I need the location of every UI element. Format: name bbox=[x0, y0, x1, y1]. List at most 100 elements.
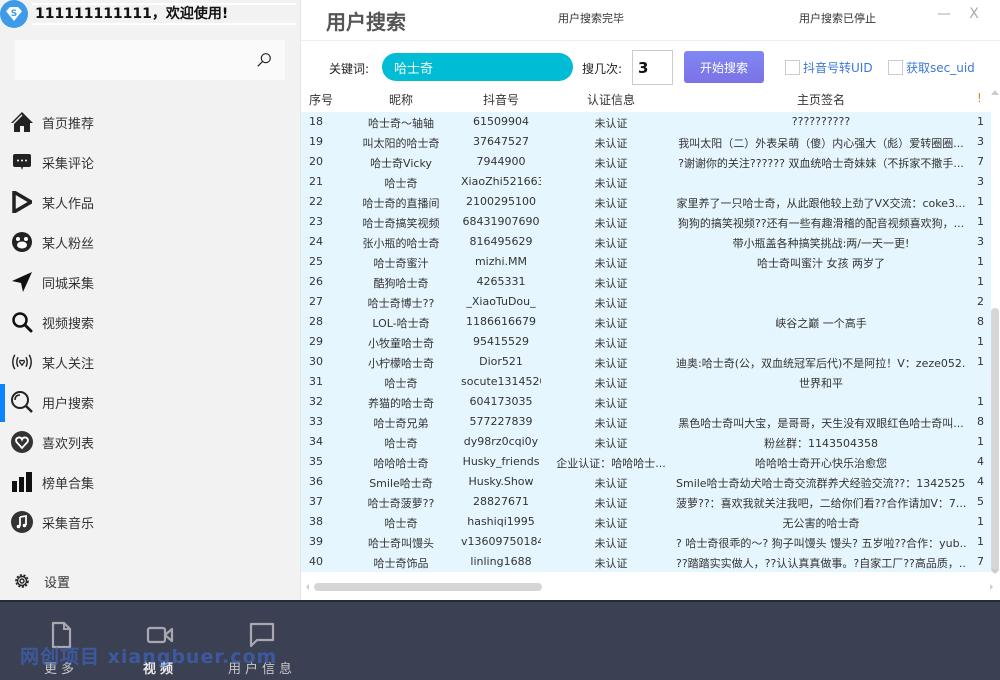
scroll-left-arrow-icon[interactable] bbox=[306, 584, 309, 590]
sidebar-item-home[interactable]: 首页推荐 bbox=[0, 102, 300, 142]
table-row[interactable]: 23 哈士奇搞笑视频 68431907690 未认证 狗狗的搞笑视频??还有一些有趣滑稽… bbox=[301, 212, 991, 232]
scroll-up-arrow-icon[interactable] bbox=[991, 90, 999, 95]
column-header-verification[interactable]: 认证信息 bbox=[556, 91, 666, 108]
cell-truncated: 1 bbox=[977, 435, 984, 448]
table-row[interactable]: 28 LOL-哈士奇 1186616679 未认证 峡谷之巅 一个高手 8 bbox=[301, 312, 991, 332]
cell-nickname: 哈士奇Vicky bbox=[370, 157, 432, 170]
count-input[interactable] bbox=[632, 50, 673, 85]
search-icon[interactable] bbox=[255, 51, 273, 69]
cell-nickname: 哈士奇 bbox=[384, 517, 418, 530]
table-row[interactable]: 40 哈士奇饰品 linling1688 未认证 ??踏踏实实做人，??认认真真做事。?… bbox=[301, 552, 991, 572]
sidebar-item-local[interactable]: 同城采集 bbox=[0, 262, 300, 302]
column-header-signature[interactable]: 主页签名 bbox=[676, 91, 966, 108]
cell-verification: 未认证 bbox=[594, 477, 628, 490]
cell-index: 24 bbox=[309, 235, 323, 248]
cell-signature: 迪奥:哈士奇(公，双血统冠军后代)不是阿拉！V：zeze052... bbox=[676, 357, 966, 370]
sidebar-item-music[interactable]: 采集音乐 bbox=[0, 502, 300, 542]
scroll-right-arrow-icon[interactable] bbox=[990, 584, 993, 590]
sidebar: S 111111111111，欢迎使用! 首页推荐 采集评论 某人作品 某人粉丝 bbox=[0, 0, 300, 600]
column-header-douyin-id[interactable]: 抖音号 bbox=[461, 91, 541, 108]
sidebar-item-rankings[interactable]: 榜单合集 bbox=[0, 462, 300, 502]
sidebar-item-works[interactable]: 某人作品 bbox=[0, 182, 300, 222]
table-row[interactable]: 31 哈士奇 socute1314520 未认证 世界和平 bbox=[301, 372, 991, 392]
cell-index: 23 bbox=[309, 215, 323, 228]
column-header-nickname[interactable]: 昵称 bbox=[356, 91, 446, 108]
cell-signature: ?????????? bbox=[791, 115, 851, 128]
video-camera-icon bbox=[146, 626, 174, 644]
heart-icon bbox=[10, 430, 34, 454]
cell-douyin-id: 7944900 bbox=[476, 155, 526, 168]
get-sec-uid-checkbox[interactable]: 获取sec_uid bbox=[888, 59, 975, 76]
table-row[interactable]: 18 哈士奇～轴轴 61509904 未认证?????????? 1 bbox=[301, 112, 991, 132]
chat-bubble-icon bbox=[249, 622, 275, 648]
user-search-icon bbox=[10, 390, 34, 414]
tab-label: 视频 bbox=[142, 662, 177, 677]
table-row[interactable]: 20 哈士奇Vicky 7944900 未认证 ?谢谢你的关注?????? 双血统哈士奇… bbox=[301, 152, 991, 172]
column-header-index[interactable]: 序号 bbox=[309, 91, 339, 108]
cell-truncated: 1 bbox=[977, 515, 984, 528]
tab-more[interactable]: 更多 bbox=[21, 620, 101, 677]
cell-index: 35 bbox=[309, 455, 323, 468]
minimize-button[interactable]: — bbox=[936, 6, 952, 26]
cell-douyin-id: 4265331 bbox=[476, 275, 526, 288]
sidebar-item-fans[interactable]: 某人粉丝 bbox=[0, 222, 300, 262]
sidebar-item-following[interactable]: 某人关注 bbox=[0, 342, 300, 382]
table-row[interactable]: 26 酷狗哈士奇 4265331 未认证 1 bbox=[301, 272, 991, 292]
table-row[interactable]: 22 哈士奇的直播间 2100295100 未认证 家里养了一只哈士奇，从此跟他较上劲了… bbox=[301, 192, 991, 212]
sidebar-search-input[interactable] bbox=[15, 40, 285, 80]
keyword-input[interactable] bbox=[382, 53, 573, 81]
cell-nickname: 酷狗哈士奇 bbox=[373, 277, 429, 290]
sidebar-item-user-search[interactable]: 用户搜索 bbox=[0, 382, 300, 422]
cell-truncated: 1 bbox=[977, 335, 984, 348]
sidebar-item-video-search[interactable]: 视频搜索 bbox=[0, 302, 300, 342]
table-row[interactable]: 35 哈哈哈士奇 Husky_friends 企业认证：哈哈哈士... 哈哈哈士奇开心快… bbox=[301, 452, 991, 472]
cell-douyin-id: 816495629 bbox=[469, 235, 533, 248]
horizontal-scroll-thumb[interactable] bbox=[314, 583, 542, 591]
sidebar-item-likes[interactable]: 喜欢列表 bbox=[0, 422, 300, 462]
convert-uid-checkbox[interactable]: 抖音号转UID bbox=[785, 59, 873, 76]
checkbox-box[interactable] bbox=[785, 60, 800, 75]
cell-verification: 未认证 bbox=[594, 197, 628, 210]
table-row[interactable]: 38 哈士奇 hashiqi1995 未认证 无公害的哈士奇 1 bbox=[301, 512, 991, 532]
vertical-scroll-thumb[interactable] bbox=[991, 308, 999, 573]
vertical-scrollbar[interactable] bbox=[990, 88, 1000, 576]
table-row[interactable]: 32 养猫的哈士奇 604173035 未认证 1 bbox=[301, 392, 991, 412]
table-row[interactable]: 34 哈士奇 dy98rz0cqi0y 未认证 粉丝群：1143504358 1 bbox=[301, 432, 991, 452]
diamond-logo-icon: S bbox=[6, 7, 22, 21]
table-row[interactable]: 39 哈士奇叫馒头 v13609750184 未认证 ? 哈士奇很乖的～? 狗子叫馒头 … bbox=[301, 532, 991, 552]
table-row[interactable]: 37 哈士奇菠萝?? 28827671 未认证 菠萝??：喜欢我就关注我吧，二给你们看?… bbox=[301, 492, 991, 512]
cell-truncated: 7 bbox=[977, 555, 984, 568]
cell-signature: ?谢谢你的关注?????? 双血统哈士奇妹妹（不拆家不撒手... bbox=[678, 157, 964, 170]
horizontal-scrollbar[interactable] bbox=[306, 582, 993, 592]
cell-douyin-id: 2100295100 bbox=[466, 195, 536, 208]
cell-nickname: 哈哈哈士奇 bbox=[373, 457, 429, 470]
close-button[interactable]: X bbox=[966, 6, 982, 26]
bottom-tab-bar: 更多 视频 用户信息 网创项目 xiangbuer.com bbox=[0, 600, 1000, 680]
settings-button[interactable]: 设置 bbox=[0, 562, 300, 600]
cell-truncated: 1 bbox=[977, 535, 984, 548]
tab-user-info[interactable]: 用户信息 bbox=[222, 620, 302, 677]
cell-signature: 哈士奇叫蜜汁 女孩 两岁了 bbox=[757, 257, 885, 270]
tab-video[interactable]: 视频 bbox=[120, 620, 200, 677]
cell-verification: 未认证 bbox=[594, 117, 628, 130]
table-row[interactable]: 33 哈士奇兄弟 577227839 未认证 黑色哈士奇叫大宝，是哥哥，天生没有双眼红色… bbox=[301, 412, 991, 432]
start-search-button[interactable]: 开始搜索 bbox=[684, 51, 764, 83]
cell-verification: 未认证 bbox=[594, 357, 628, 370]
checkbox-box[interactable] bbox=[888, 60, 903, 75]
sidebar-item-comments[interactable]: 采集评论 bbox=[0, 142, 300, 182]
table-row[interactable]: 25 哈士奇蜜汁 mizhi.MM 未认证 哈士奇叫蜜汁 女孩 两岁了 1 bbox=[301, 252, 991, 272]
table-row[interactable]: 27 哈士奇博士?? _XiaoTuDou_ 未认证 2 bbox=[301, 292, 991, 312]
sidebar-item-label: 采集评论 bbox=[42, 156, 95, 172]
column-header-truncated[interactable]: ! bbox=[977, 91, 991, 105]
home-icon bbox=[10, 110, 34, 134]
table-row[interactable]: 30 小柠檬哈士奇 Dior521 未认证 迪奥:哈士奇(公，双血统冠军后代)不是阿拉！… bbox=[301, 352, 991, 372]
cell-verification: 未认证 bbox=[594, 417, 628, 430]
table-row[interactable]: 21 哈士奇 XiaoZhi521663 未认证 3 bbox=[301, 172, 991, 192]
scroll-down-arrow-icon[interactable] bbox=[991, 569, 999, 574]
cell-index: 34 bbox=[309, 435, 323, 448]
table-row[interactable]: 29 小牧童哈士奇 95415529 未认证 1 bbox=[301, 332, 991, 352]
table-row[interactable]: 19 叫太阳的哈士奇 37647527 未认证 我叫太阳（二）外表呆萌（傻）内心强大（彪… bbox=[301, 132, 991, 152]
table-row[interactable]: 24 张小瓶的哈士奇 816495629 未认证 带小瓶盖各种搞笑挑战:两/一天一更! 3 bbox=[301, 232, 991, 252]
table-row[interactable]: 36 Smile哈士奇 Husky.Show 未认证 Smile哈士奇幼犬哈士奇交流群养… bbox=[301, 472, 991, 492]
cell-verification: 未认证 bbox=[594, 217, 628, 230]
